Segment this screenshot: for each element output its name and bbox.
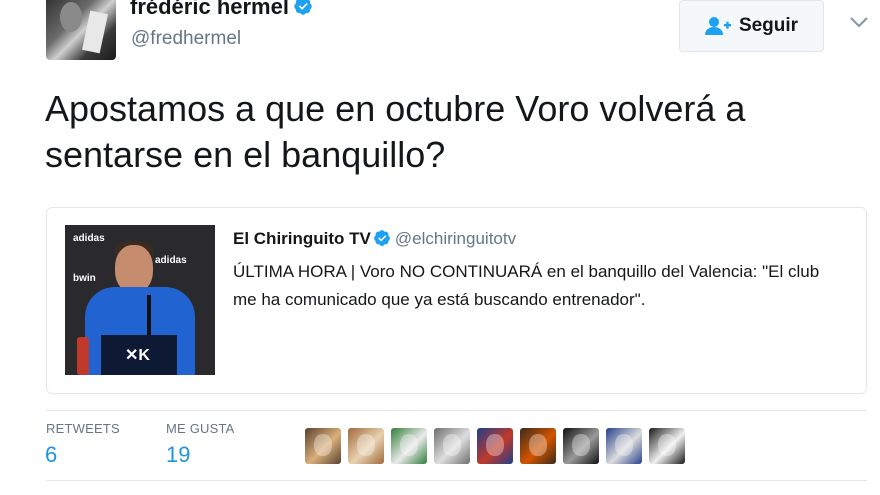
quoted-tweet-text: ÚLTIMA HORA | Voro NO CONTINUARÁ en el b… [233, 262, 820, 309]
liker-avatar[interactable] [391, 428, 427, 464]
coach-head [115, 245, 153, 293]
tweet-text: Apostamos a que en octubre Voro volverá … [45, 88, 746, 175]
sponsor-logo: ✕K [125, 347, 150, 364]
liker-avatar[interactable] [477, 428, 513, 464]
microphone [147, 295, 151, 335]
liker-avatar[interactable] [348, 428, 384, 464]
quoted-tweet-image[interactable]: adidas adidas bwin ✕K [65, 225, 215, 375]
author-display-name[interactable]: frédéric hermel [130, 0, 313, 20]
verified-badge-icon [294, 0, 312, 15]
avatar-figure [60, 2, 82, 32]
retweets-label: RETWEETS [46, 421, 120, 436]
liker-avatar[interactable] [563, 428, 599, 464]
follow-button-label: Seguir [738, 15, 799, 36]
liker-avatar[interactable] [606, 428, 642, 464]
likes-count[interactable]: 19 [166, 442, 190, 468]
liker-avatar[interactable] [434, 428, 470, 464]
author-handle[interactable]: @fredhermel [131, 28, 241, 50]
quoted-author-handle: @elchiringuitotv [394, 229, 517, 248]
likes-label: ME GUSTA [166, 421, 235, 436]
quoted-author[interactable]: El Chiringuito TV @elchiringuitotv [233, 229, 516, 249]
quoted-tweet-card[interactable]: adidas adidas bwin ✕K El Chiringuito TV @… [46, 207, 867, 394]
verified-badge-icon [374, 230, 390, 246]
author-avatar[interactable] [46, 0, 116, 60]
divider [46, 480, 867, 481]
avatar-highlight [82, 10, 108, 54]
retweets-count[interactable]: 6 [45, 442, 57, 468]
author-name-text: frédéric hermel [130, 0, 289, 19]
add-user-icon [704, 17, 731, 35]
liker-avatar[interactable] [649, 428, 685, 464]
liker-avatar[interactable] [520, 428, 556, 464]
divider [46, 410, 867, 411]
chevron-down-icon[interactable] [848, 14, 870, 30]
liker-avatar[interactable] [305, 428, 341, 464]
follow-button[interactable]: Seguir [679, 0, 824, 52]
quoted-author-name: El Chiringuito TV [233, 229, 371, 248]
liker-avatars [305, 428, 685, 464]
